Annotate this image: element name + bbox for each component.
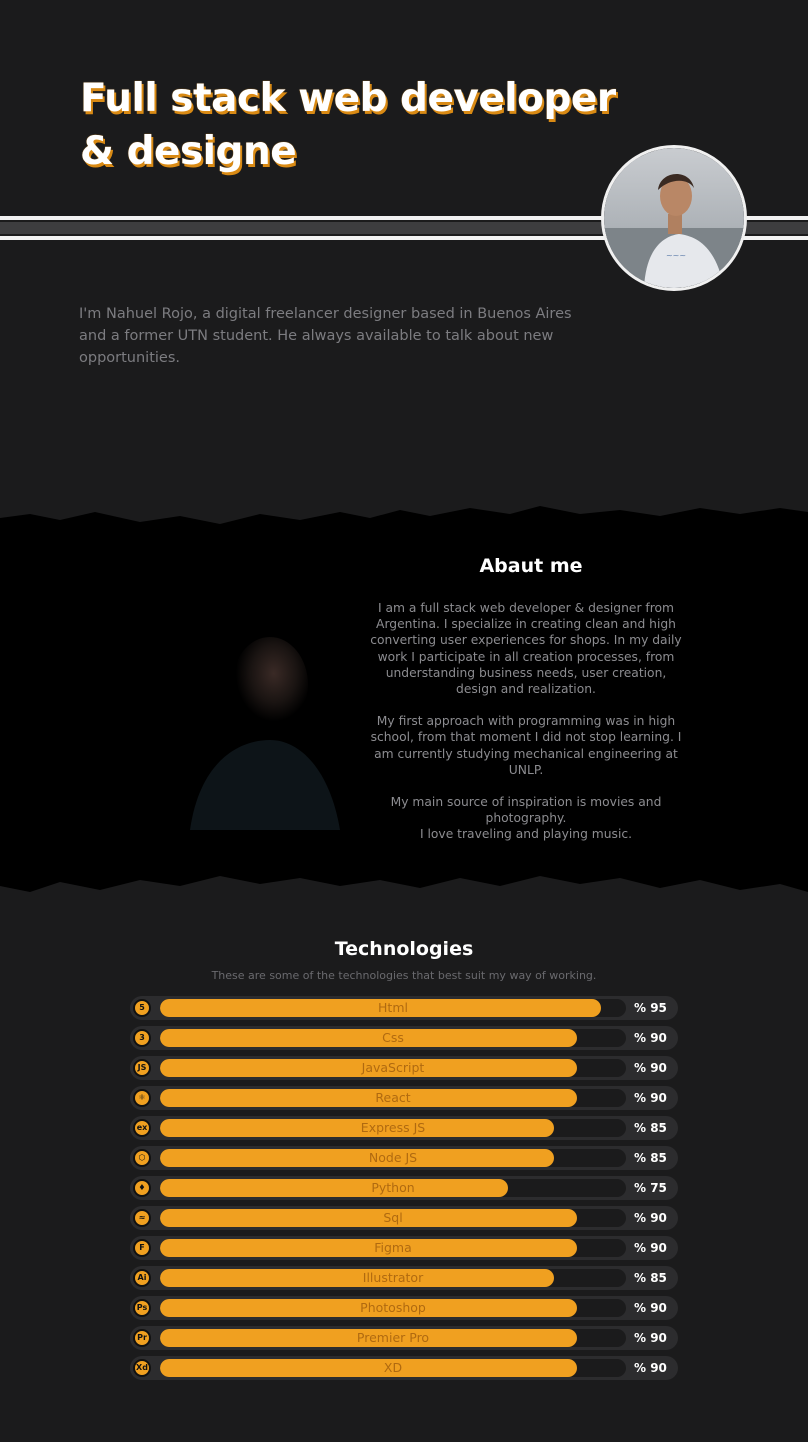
skill-percent: % 90 [634,1301,667,1315]
skill-name: React [375,1090,411,1105]
skill-bar: Node JS [160,1149,626,1167]
about-photo [150,600,350,830]
technologies-subtitle: These are some of the technologies that … [211,969,597,982]
javascript-icon: JS [133,1059,151,1077]
mysql-icon: ≈ [133,1209,151,1227]
skill-percent: % 85 [634,1151,667,1165]
technologies-title: Technologies [334,938,474,960]
hero-title-line-2: & designe [80,129,297,174]
skill-percent: % 90 [634,1211,667,1225]
react-icon: ⚛ [133,1089,151,1107]
tech-row: 5 Html % 95 [130,996,678,1020]
skill-name: Illustrator [362,1270,424,1285]
skill-bar: XD [160,1359,626,1377]
skill-name: XD [383,1360,403,1375]
profile-avatar: ~~~ [601,145,747,291]
html5-icon: 5 [133,999,151,1017]
skill-bar: React [160,1089,626,1107]
skill-name: Html [378,1000,408,1015]
skill-bar: Sql [160,1209,626,1227]
skill-name: Photoshop [360,1300,426,1315]
xd-icon: Xd [133,1359,151,1377]
photoshop-icon: Ps [133,1299,151,1317]
tech-row: ⬡ Node JS % 85 [130,1146,678,1170]
skill-bar: Figma [160,1239,626,1257]
hero-title-line-1: Full stack web developer [80,76,616,121]
tech-row: ≈ Sql % 90 [130,1206,678,1230]
about-paragraph: My first approach with programming was i… [370,714,682,777]
tech-row: ⚛ React % 90 [130,1086,678,1110]
about-paragraph: My main source of inspiration is movies … [390,795,662,842]
skill-name: Express JS [360,1120,426,1135]
skill-bar: Illustrator [160,1269,626,1287]
hero-title: Full stack web developer & designe [80,72,616,178]
skill-percent: % 90 [634,1091,667,1105]
figma-icon: F [133,1239,151,1257]
skill-bar: JavaScript [160,1059,626,1077]
tech-row: ex Express JS % 85 [130,1116,678,1140]
skill-name: JavaScript [361,1060,425,1075]
technologies-list: 5 Html % 95 3 Css % 90 JS JavaScript % 90 ⚛ React%… [130,996,678,1386]
skill-name: Node JS [368,1150,418,1165]
tech-row: 3 Css % 90 [130,1026,678,1050]
about-title: Abaut me [479,555,583,577]
premiere-pro-icon: Pr [133,1329,151,1347]
tech-row: Pr Premier Pro % 90 [130,1326,678,1350]
tech-row: Xd XD % 90 [130,1356,678,1380]
express-icon: ex [133,1119,151,1137]
tech-row: F Figma % 90 [130,1236,678,1260]
python-icon: ♦ [133,1179,151,1197]
skill-name: Css [382,1030,404,1045]
about-text: I am a full stack web developer & design… [366,600,686,859]
skill-percent: % 90 [634,1331,667,1345]
skill-percent: % 90 [634,1241,667,1255]
tech-row: Ai Illustrator % 85 [130,1266,678,1290]
skill-name: Sql [383,1210,403,1225]
skill-percent: % 90 [634,1361,667,1375]
intro-text: I'm Nahuel Rojo, a digital freelancer de… [79,306,572,366]
tech-row: Ps Photoshop % 90 [130,1296,678,1320]
svg-text:~~~: ~~~ [666,251,686,260]
skill-bar: Premier Pro [160,1329,626,1347]
skill-percent: % 90 [634,1061,667,1075]
css3-icon: 3 [133,1029,151,1047]
skill-bar: Photoshop [160,1299,626,1317]
skill-bar: Html [160,999,626,1017]
skill-bar: Python [160,1179,626,1197]
skill-percent: % 85 [634,1121,667,1135]
about-paragraph: I am a full stack web developer & design… [370,601,682,697]
tech-row: JS JavaScript % 90 [130,1056,678,1080]
nodejs-icon: ⬡ [133,1149,151,1167]
skill-name: Python [371,1180,415,1195]
illustrator-icon: Ai [133,1269,151,1287]
tech-row: ♦ Python % 75 [130,1176,678,1200]
skill-name: Premier Pro [356,1330,430,1345]
skill-percent: % 95 [634,1001,667,1015]
skill-bar: Express JS [160,1119,626,1137]
skill-percent: % 75 [634,1181,667,1195]
skill-bar: Css [160,1029,626,1047]
skill-percent: % 85 [634,1271,667,1285]
skill-percent: % 90 [634,1031,667,1045]
skill-name: Figma [374,1240,412,1255]
